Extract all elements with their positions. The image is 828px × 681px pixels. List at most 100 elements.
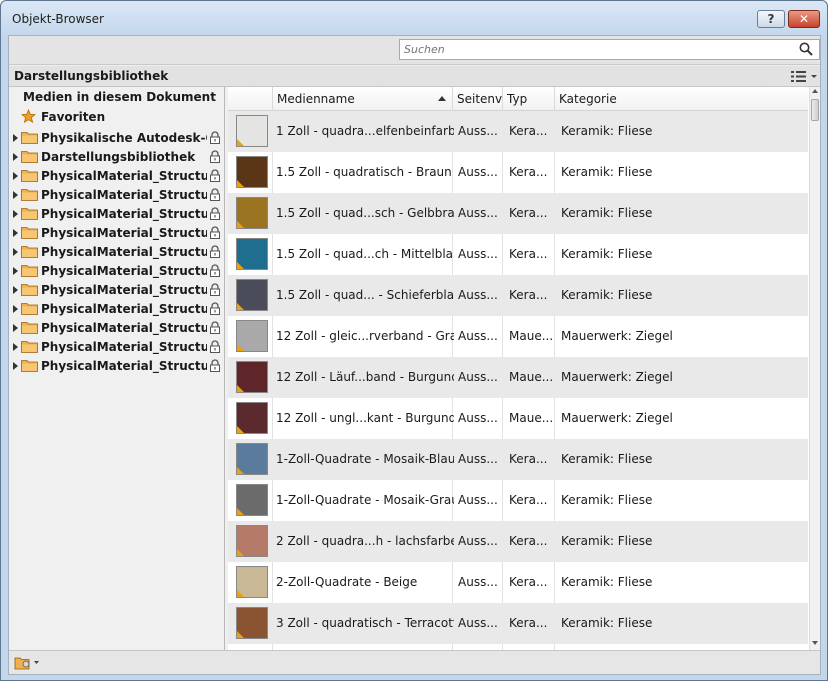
title-bar[interactable]: Objekt-Browser ? ✕ bbox=[1, 1, 827, 35]
warning-triangle-icon bbox=[237, 180, 244, 187]
expand-arrow-icon[interactable] bbox=[13, 361, 18, 370]
warning-triangle-icon bbox=[237, 385, 244, 392]
lock-icon bbox=[210, 340, 220, 353]
materials-table: Medienname Seitenve Typ Kategorie 1 Zoll… bbox=[228, 87, 820, 650]
material-name: 1.5 Zoll - quad... - Schieferblau bbox=[276, 288, 454, 302]
tree-item-library[interactable]: PhysicalMaterial_Structural... bbox=[11, 185, 223, 204]
folder-icon bbox=[21, 265, 38, 277]
tree-item-library[interactable]: PhysicalMaterial_Structural... bbox=[11, 318, 223, 337]
table-row[interactable]: 1-Zoll-Quadrate - Mosaik-Grau Auss... Kera… bbox=[228, 480, 808, 521]
sort-ascending-icon bbox=[438, 96, 446, 101]
table-row[interactable]: 2-Zoll-Quadrate - Beige Auss... Kera... Ker… bbox=[228, 562, 808, 603]
column-header-side[interactable]: Seitenve bbox=[452, 87, 502, 111]
table-row[interactable]: 1.5 Zoll - quad... - Schieferblau Auss...… bbox=[228, 275, 808, 316]
tree-item-library[interactable]: PhysicalMaterial_Structural... bbox=[11, 356, 223, 375]
material-side: Auss... bbox=[458, 288, 498, 302]
table-row[interactable]: 12 Zoll - gleic...rverband - Grau Auss...… bbox=[228, 316, 808, 357]
material-category: Keramik: Fliese bbox=[561, 124, 653, 138]
material-thumbnail bbox=[236, 603, 268, 644]
material-category: Keramik: Fliese bbox=[561, 288, 653, 302]
expand-arrow-icon[interactable] bbox=[13, 190, 18, 199]
material-category: Mauerwerk: Ziegel bbox=[561, 411, 673, 425]
expand-arrow-icon[interactable] bbox=[13, 323, 18, 332]
table-row[interactable]: 1 Zoll - quadra...elfenbeinfarben Auss...… bbox=[228, 111, 808, 152]
column-header-name[interactable]: Medienname bbox=[272, 87, 452, 111]
table-row[interactable]: 1.5 Zoll - quad...sch - Gelbbraun Auss...… bbox=[228, 193, 808, 234]
scroll-down-arrow-icon[interactable] bbox=[812, 641, 818, 645]
expand-arrow-icon[interactable] bbox=[13, 266, 18, 275]
expand-arrow-icon[interactable] bbox=[13, 247, 18, 256]
folder-icon bbox=[21, 341, 38, 353]
material-type: Maue... bbox=[509, 329, 553, 343]
lock-icon bbox=[210, 321, 220, 334]
tree-item-favorites[interactable]: Favoriten bbox=[21, 107, 105, 126]
material-name: 1.5 Zoll - quadratisch - Braun bbox=[276, 165, 452, 179]
material-type: Kera... bbox=[509, 206, 548, 220]
search-icon[interactable] bbox=[798, 41, 814, 57]
column-header-type[interactable]: Typ bbox=[502, 87, 554, 111]
table-row[interactable]: 1.5 Zoll - quadratisch - Braun Auss... Ker… bbox=[228, 152, 808, 193]
folder-icon bbox=[21, 151, 38, 163]
table-row[interactable]: 1-Zoll-Quadrate - Mosaik-Blau Auss... Kera… bbox=[228, 439, 808, 480]
list-view-icon[interactable] bbox=[789, 69, 819, 84]
expand-arrow-icon[interactable] bbox=[13, 209, 18, 218]
material-thumbnail bbox=[236, 357, 268, 398]
tree-item-library[interactable]: PhysicalMaterial_Structural... bbox=[11, 299, 223, 318]
expand-arrow-icon[interactable] bbox=[13, 342, 18, 351]
scroll-up-arrow-icon[interactable] bbox=[812, 89, 818, 93]
vertical-scrollbar[interactable] bbox=[809, 87, 820, 650]
scroll-thumb[interactable] bbox=[811, 99, 819, 121]
lock-icon bbox=[210, 264, 220, 277]
tree-item-library[interactable]: PhysicalMaterial_Structural... bbox=[11, 280, 223, 299]
warning-triangle-icon bbox=[237, 631, 244, 638]
table-row[interactable]: 12 Zoll - Läuf...band - Burgund Auss... Ma… bbox=[228, 357, 808, 398]
material-category: Keramik: Fliese bbox=[561, 206, 653, 220]
material-side: Auss... bbox=[458, 124, 498, 138]
close-button[interactable]: ✕ bbox=[788, 10, 820, 28]
tree-item-label: Darstellungsbibliothek bbox=[41, 149, 196, 164]
expand-arrow-icon[interactable] bbox=[13, 152, 18, 161]
material-type: Kera... bbox=[509, 288, 548, 302]
material-type: Maue... bbox=[509, 411, 553, 425]
tree-item-library[interactable]: Darstellungsbibliothek bbox=[11, 147, 223, 166]
expand-arrow-icon[interactable] bbox=[13, 228, 18, 237]
column-header-thumbnail[interactable] bbox=[228, 87, 272, 111]
tree-item-library[interactable]: PhysicalMaterial_Structural... bbox=[11, 166, 223, 185]
help-button[interactable]: ? bbox=[757, 10, 785, 28]
search-input[interactable] bbox=[399, 39, 820, 60]
tree-item-library[interactable]: PhysicalMaterial_Structural... bbox=[11, 261, 223, 280]
expand-arrow-icon[interactable] bbox=[13, 171, 18, 180]
tree-item-library[interactable]: PhysicalMaterial_Structural... bbox=[11, 242, 223, 261]
material-thumbnail bbox=[236, 521, 268, 562]
material-category: Keramik: Fliese bbox=[561, 165, 653, 179]
column-header-category[interactable]: Kategorie bbox=[554, 87, 808, 111]
tree-item-library[interactable]: PhysicalMaterial_Structural... bbox=[11, 223, 223, 242]
tree-item-label: PhysicalMaterial_Structural... bbox=[41, 320, 207, 335]
table-row[interactable]: 1.5 Zoll - quad...ch - Mittelblau Auss...… bbox=[228, 234, 808, 275]
table-row[interactable]: 2 Zoll - quadra...h - lachsfarben Auss...… bbox=[228, 521, 808, 562]
material-type: Kera... bbox=[509, 247, 548, 261]
material-name: 1-Zoll-Quadrate - Mosaik-Grau bbox=[276, 493, 454, 507]
material-type: Maue... bbox=[509, 370, 553, 384]
material-type: Kera... bbox=[509, 165, 548, 179]
manage-library-icon[interactable] bbox=[14, 654, 40, 671]
tree-header-document[interactable]: Medien in diesem Dokument bbox=[23, 90, 216, 104]
material-name: 1-Zoll-Quadrate - Mosaik-Blau bbox=[276, 452, 454, 466]
lock-icon bbox=[210, 131, 220, 144]
folder-icon bbox=[21, 132, 38, 144]
expand-arrow-icon[interactable] bbox=[13, 285, 18, 294]
lock-icon bbox=[210, 207, 220, 220]
tree-item-library[interactable]: PhysicalMaterial_Structural... bbox=[11, 204, 223, 223]
tree-item-library[interactable]: PhysicalMaterial_Structural... bbox=[11, 337, 223, 356]
lock-icon bbox=[210, 150, 220, 163]
material-side: Auss... bbox=[458, 534, 498, 548]
tree-item-library[interactable]: Physikalische Autodesk-Obj... bbox=[11, 128, 223, 147]
table-row[interactable]: 3 Zoll - quadratisch - Terracotta Auss...… bbox=[228, 603, 808, 644]
material-side: Auss... bbox=[458, 575, 498, 589]
expand-arrow-icon[interactable] bbox=[13, 304, 18, 313]
expand-arrow-icon[interactable] bbox=[13, 133, 18, 142]
table-row[interactable]: 12 Zoll - ungl...kant - Burgund Auss... Ma… bbox=[228, 398, 808, 439]
material-side: Auss... bbox=[458, 411, 498, 425]
lock-icon bbox=[210, 245, 220, 258]
material-type: Kera... bbox=[509, 534, 548, 548]
